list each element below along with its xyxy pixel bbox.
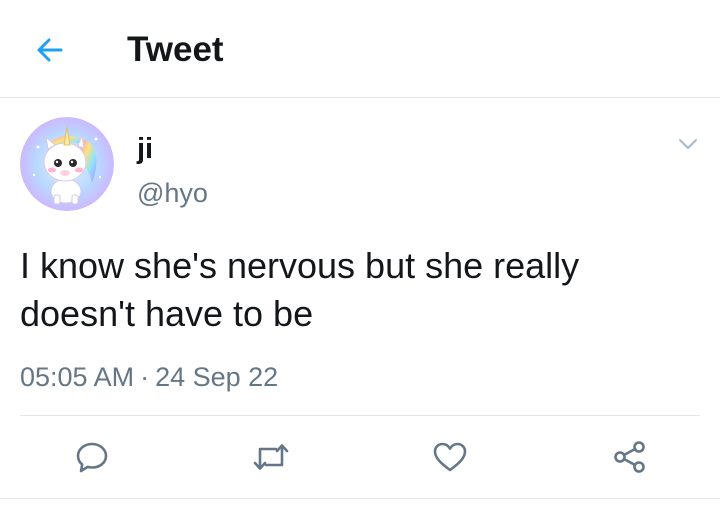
avatar[interactable]: [20, 117, 114, 211]
bottom-divider: [0, 498, 720, 499]
reply-button[interactable]: [67, 432, 117, 482]
user-handle[interactable]: @hyo: [137, 177, 208, 209]
divider: [20, 415, 700, 416]
page-title: Tweet: [127, 30, 224, 69]
retweet-button[interactable]: [246, 432, 296, 482]
top-app-bar: Tweet: [0, 0, 720, 98]
like-icon: [433, 442, 467, 472]
retweet-icon: [253, 444, 289, 470]
tweet-actions: [0, 432, 720, 482]
unicorn-avatar-icon: [20, 117, 114, 211]
tweet-time: 05:05 AM: [20, 362, 135, 392]
back-arrow-icon: [37, 38, 63, 62]
display-name[interactable]: ji: [137, 132, 153, 166]
like-button[interactable]: [425, 432, 475, 482]
back-button[interactable]: [30, 30, 70, 70]
share-button[interactable]: [605, 432, 655, 482]
chevron-down-icon: [679, 139, 697, 149]
tweet-text: I know she's nervous but she really does…: [20, 245, 580, 334]
share-icon: [614, 441, 645, 473]
tweet-menu-button[interactable]: [668, 129, 708, 159]
tweet-timestamp: 05:05 AM · 24 Sep 22: [20, 361, 278, 393]
timestamp-separator: ·: [140, 362, 150, 392]
tweet-date: 24 Sep 22: [155, 362, 279, 392]
reply-icon: [76, 442, 108, 473]
